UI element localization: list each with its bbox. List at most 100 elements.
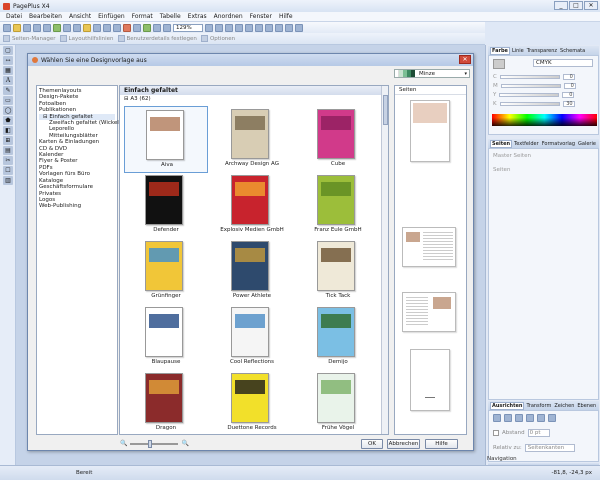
tab-textfelder[interactable]: Textfelder (513, 141, 540, 147)
relative-select[interactable]: Seitenkanten (524, 444, 575, 452)
preview-page-cover[interactable] (410, 100, 450, 162)
align-icon[interactable] (225, 23, 233, 32)
slider-knob[interactable] (148, 439, 153, 448)
paste-icon[interactable] (83, 23, 91, 32)
help-button[interactable]: Hilfe (425, 439, 458, 449)
ok-button[interactable]: OK (361, 439, 383, 449)
new-icon[interactable] (3, 23, 11, 32)
help-icon[interactable] (295, 23, 303, 32)
pilcrow-icon[interactable] (285, 23, 293, 32)
tab-schemata[interactable]: Schemata (559, 48, 586, 54)
template-thumbnail[interactable]: Explosiv Medien GmbH (210, 172, 294, 239)
template-thumbnail[interactable]: Defender (124, 172, 208, 239)
undo-icon[interactable] (103, 23, 111, 32)
black-value[interactable]: 30 (562, 101, 575, 107)
tab-transform[interactable]: Transform (525, 403, 552, 409)
pointer-tool-icon[interactable]: ▢ (3, 46, 13, 55)
navigation-panel-label[interactable]: Navigation (487, 456, 517, 462)
pen-tool-icon[interactable]: ✎ (3, 86, 13, 95)
zoom-in-icon[interactable] (205, 23, 213, 32)
cancel-button[interactable]: Abbrechen (387, 439, 420, 449)
zoom-out-icon[interactable] (163, 23, 171, 32)
copy-icon[interactable] (73, 23, 81, 32)
text-tool-icon[interactable]: A (3, 76, 13, 85)
template-thumbnail[interactable]: Aiva (124, 106, 208, 173)
ellipse-tool-icon[interactable]: ◯ (3, 106, 13, 115)
template-thumbnail[interactable]: Blaupause (124, 304, 208, 371)
magenta-value[interactable]: 0 (563, 83, 576, 89)
rotate-tool-icon[interactable]: ↔ (3, 56, 13, 65)
template-thumbnail[interactable]: Archway Design AG (210, 106, 294, 173)
menu-extras[interactable]: Extras (188, 13, 207, 20)
rectangle-tool-icon[interactable]: ▭ (3, 96, 13, 105)
layout-guides-button[interactable]: Layouthilfslinien (59, 35, 114, 42)
print-icon[interactable] (43, 23, 51, 32)
template-thumbnail[interactable]: Franz Eule GmbH (296, 172, 380, 239)
insert-table-icon[interactable] (133, 23, 141, 32)
maximize-button[interactable]: □ (569, 1, 583, 10)
redo-icon[interactable] (113, 23, 121, 32)
fill-tool-icon[interactable]: ◧ (3, 126, 13, 135)
scroll-thumb[interactable] (383, 95, 388, 125)
zoom-out-small-icon[interactable]: 🔍 (120, 440, 127, 447)
fill-swatch[interactable] (493, 59, 505, 69)
align-left-icon[interactable] (493, 414, 501, 422)
preview-page-back[interactable] (410, 349, 450, 411)
cyan-slider[interactable] (499, 75, 560, 79)
minimize-button[interactable]: _ (554, 1, 568, 10)
dialog-close-button[interactable]: ✕ (459, 55, 471, 64)
menu-ansicht[interactable]: Ansicht (69, 13, 91, 20)
align-right-icon[interactable] (515, 414, 523, 422)
thumbnail-size-slider[interactable] (130, 439, 179, 448)
tab-galerie[interactable]: Galerie (577, 141, 597, 147)
spacing-value[interactable]: 0 pt (527, 429, 550, 437)
options-button[interactable]: Optionen (200, 35, 235, 42)
template-thumbnail[interactable]: Dragon (124, 370, 208, 434)
yellow-slider[interactable] (499, 93, 560, 97)
group-icon[interactable] (265, 23, 273, 32)
template-thumbnail[interactable]: Cool Reflections (210, 304, 294, 371)
cut-icon[interactable] (63, 23, 71, 32)
gallery-scrollbar[interactable] (381, 86, 388, 434)
menu-bearbeiten[interactable]: Bearbeiten (29, 13, 62, 20)
publish-icon[interactable] (33, 23, 41, 32)
align-top-icon[interactable] (526, 414, 534, 422)
black-slider[interactable] (499, 102, 560, 106)
insert-picture-icon[interactable] (143, 23, 151, 32)
template-thumbnail[interactable]: Power Athlete (210, 238, 294, 305)
user-details-button[interactable]: Benutzerdetails festlegen (117, 35, 197, 42)
menu-einfuegen[interactable]: Einfügen (98, 13, 124, 20)
align-bottom-icon[interactable] (548, 414, 556, 422)
layers-icon[interactable] (275, 23, 283, 32)
color-scheme-select[interactable]: Minze ▾ (394, 69, 470, 78)
format-painter-icon[interactable] (93, 23, 101, 32)
open-icon[interactable] (13, 23, 21, 32)
spacing-checkbox[interactable] (493, 430, 499, 436)
preview-icon[interactable] (53, 23, 61, 32)
tab-linie[interactable]: Linie (511, 48, 525, 54)
tab-formatvorlagen[interactable]: Formatvorlag (541, 141, 576, 147)
template-thumbnail[interactable]: Tick Tack (296, 238, 380, 305)
zoom-in-small-icon[interactable]: 🔍 (181, 440, 188, 447)
gallery-subheader[interactable]: ⊟ A3 (62) (124, 96, 151, 102)
arrange-icon[interactable] (255, 23, 263, 32)
yellow-value[interactable]: 0 (562, 92, 575, 98)
hand-tool-icon[interactable] (153, 23, 161, 32)
align-middle-icon[interactable] (537, 414, 545, 422)
cyan-value[interactable]: 0 (562, 74, 575, 80)
fit-page-icon[interactable] (215, 23, 223, 32)
template-thumbnail[interactable]: Duettone Records (210, 370, 294, 434)
insert-object-icon[interactable] (123, 23, 131, 32)
tab-zeichen[interactable]: Zeichen (553, 403, 575, 409)
menu-format[interactable]: Format (132, 13, 153, 20)
magenta-slider[interactable] (500, 84, 561, 88)
preview-page-inside-2[interactable] (402, 292, 456, 332)
scissors-tool-icon[interactable]: ✂ (3, 156, 13, 165)
rotate-icon[interactable] (235, 23, 243, 32)
zoom-field[interactable]: 129% (173, 23, 203, 32)
crop-tool-icon[interactable]: ▦ (3, 66, 13, 75)
shape-tool-icon[interactable]: ⬟ (3, 116, 13, 125)
close-window-button[interactable]: ✕ (584, 1, 598, 10)
pages-label[interactable]: Seiten (493, 167, 510, 173)
menu-fenster[interactable]: Fenster (250, 13, 272, 20)
